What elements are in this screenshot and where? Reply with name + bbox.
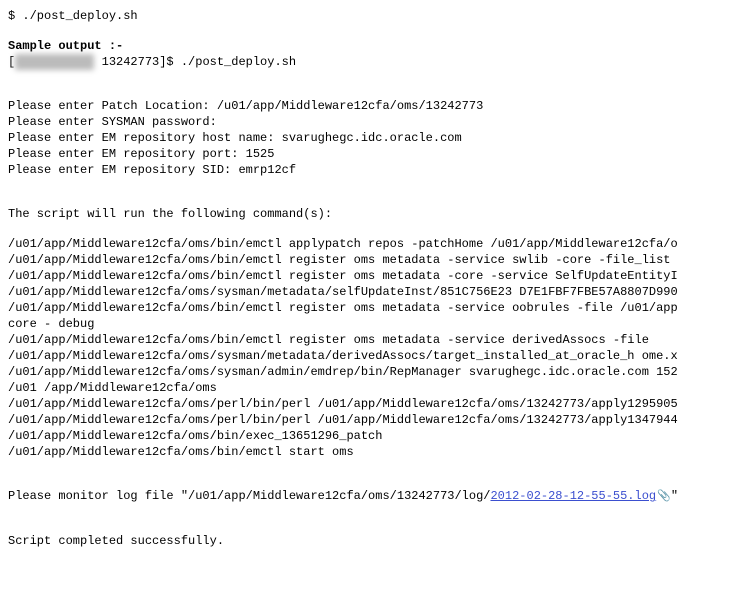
command-text: /u01/app/Middleware12cfa/oms/perl/bin/pe… [8, 412, 737, 428]
blank [8, 24, 737, 38]
command-text: /u01/app/Middleware12cfa/oms/perl/bin/pe… [8, 396, 737, 412]
prompt-line: [oracle@host 13242773]$ ./post_deploy.sh [8, 54, 737, 70]
blank [8, 222, 737, 236]
blank [8, 70, 737, 84]
script-commands-header: The script will run the following comman… [8, 206, 737, 222]
blank [8, 192, 737, 206]
command-text: /u01/app/Middleware12cfa/oms/bin/emctl r… [8, 252, 737, 268]
command-text: /u01/app/Middleware12cfa/oms/bin/emctl s… [8, 444, 737, 460]
command-text: /u01/app/Middleware12cfa/oms/bin/exec_13… [8, 428, 737, 444]
log-file-link[interactable]: 2012-02-28-12-55-55.log [490, 489, 656, 503]
blank [8, 178, 737, 192]
blank [8, 505, 737, 519]
command-text: /u01/app/Middleware12cfa/oms/sysman/meta… [8, 348, 737, 364]
input-prompt: Please enter EM repository host name: sv… [8, 130, 737, 146]
script-completed: Script completed successfully. [8, 533, 737, 549]
command-text: /u01/app/Middleware12cfa/oms/sysman/admi… [8, 364, 737, 380]
command-text: /u01/app/Middleware12cfa/oms/bin/emctl r… [8, 300, 737, 316]
command-text: core - debug [8, 316, 737, 332]
blank [8, 474, 737, 488]
blank [8, 84, 737, 98]
command-text: /u01/app/Middleware12cfa/oms/bin/emctl a… [8, 236, 737, 252]
command-text: /u01/app/Middleware12cfa/oms/sysman/meta… [8, 284, 737, 300]
monitor-prefix: Please monitor log file "/u01/app/Middle… [8, 489, 490, 503]
input-prompt: Please enter EM repository port: 1525 [8, 146, 737, 162]
blank [8, 460, 737, 474]
input-prompt: Please enter EM repository SID: emrp12cf [8, 162, 737, 178]
attachment-icon: 📎 [657, 491, 671, 503]
input-prompt: Please enter SYSMAN password: [8, 114, 737, 130]
input-prompt: Please enter Patch Location: /u01/app/Mi… [8, 98, 737, 114]
prompt-tail: 13242773]$ ./post_deploy.sh [94, 55, 296, 69]
monitor-log-line: Please monitor log file "/u01/app/Middle… [8, 488, 737, 505]
blank [8, 519, 737, 533]
command-text: /u01/app/Middleware12cfa/oms/bin/emctl r… [8, 268, 737, 284]
prompt-open-bracket: [ [8, 55, 15, 69]
redacted-hostinfo: oracle@host [15, 54, 94, 70]
command-line: $ ./post_deploy.sh [8, 8, 737, 24]
monitor-suffix: " [671, 489, 678, 503]
command-text: /u01 /app/Middleware12cfa/oms [8, 380, 737, 396]
sample-output-label: Sample output :- [8, 38, 737, 54]
command-text: /u01/app/Middleware12cfa/oms/bin/emctl r… [8, 332, 737, 348]
